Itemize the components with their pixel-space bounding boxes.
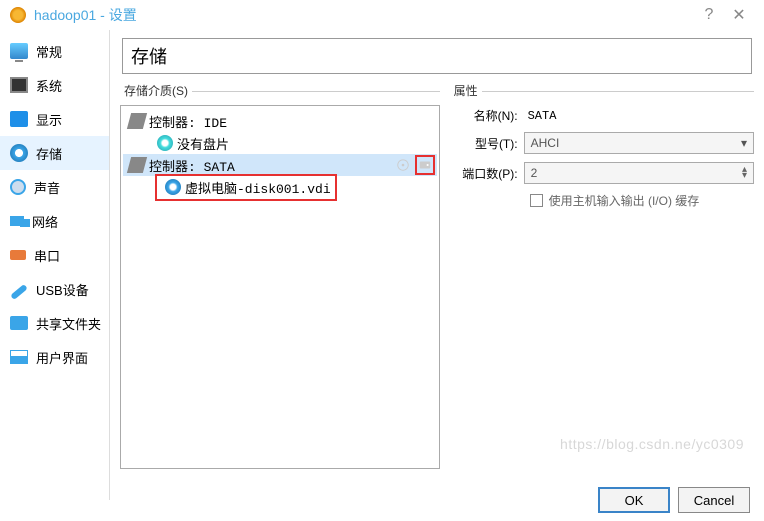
- storage-icon: [10, 144, 28, 162]
- page-title: 存储: [122, 38, 752, 74]
- props-group-label: 属性: [450, 84, 482, 98]
- name-label: 名称(N):: [450, 107, 518, 124]
- sata-child-disk[interactable]: 虚拟电脑-disk001.vdi: [123, 176, 437, 198]
- chevron-down-icon: ▾: [741, 136, 747, 150]
- sidebar: 常规 系统 显示 存储 声音 网络 串口 USB设备 共享文件夹 用户界面: [0, 30, 110, 500]
- storage-tree[interactable]: 控制器: IDE 没有盘片 控制器: SATA: [120, 105, 440, 469]
- app-icon: [10, 7, 26, 23]
- usb-icon: [10, 283, 28, 299]
- sidebar-item-usb[interactable]: USB设备: [0, 272, 109, 306]
- sidebar-item-shared[interactable]: 共享文件夹: [0, 306, 109, 340]
- window-title: hadoop01 - 设置: [34, 5, 137, 25]
- sidebar-item-audio[interactable]: 声音: [0, 170, 109, 204]
- controller-ide[interactable]: 控制器: IDE: [123, 110, 437, 132]
- add-harddisk-button[interactable]: [415, 155, 435, 175]
- close-button[interactable]: ✕: [724, 5, 754, 25]
- ide-icon: [127, 113, 147, 129]
- ok-button[interactable]: OK: [598, 487, 670, 513]
- dialog-footer: OK Cancel: [110, 479, 764, 521]
- sidebar-item-storage[interactable]: 存储: [0, 136, 109, 170]
- help-button[interactable]: ?: [694, 6, 724, 24]
- ports-spinner[interactable]: 2 ▴▾: [524, 162, 754, 184]
- sidebar-item-system[interactable]: 系统: [0, 68, 109, 102]
- model-select[interactable]: AHCI ▾: [524, 132, 754, 154]
- titlebar: hadoop01 - 设置 ? ✕: [0, 0, 764, 30]
- system-icon: [10, 77, 28, 93]
- name-value[interactable]: SATA: [524, 109, 754, 123]
- sidebar-item-serial[interactable]: 串口: [0, 238, 109, 272]
- sata-icon: [127, 157, 147, 173]
- io-cache-checkbox[interactable]: [530, 194, 543, 207]
- ui-icon: [10, 350, 28, 364]
- harddisk-icon: [165, 179, 181, 195]
- page-header: 存储: [110, 30, 764, 82]
- ports-label: 端口数(P):: [450, 165, 518, 182]
- folder-icon: [10, 316, 28, 330]
- cancel-button[interactable]: Cancel: [678, 487, 750, 513]
- storage-media-label: 存储介质(S): [120, 84, 192, 98]
- optical-disc-icon: [157, 135, 173, 151]
- spinner-arrows-icon: ▴▾: [742, 167, 747, 179]
- display-icon: [10, 111, 28, 127]
- network-icon: [10, 216, 24, 226]
- audio-icon: [10, 179, 26, 195]
- sidebar-item-ui[interactable]: 用户界面: [0, 340, 109, 374]
- general-icon: [10, 43, 28, 59]
- model-label: 型号(T):: [450, 135, 518, 152]
- sidebar-item-general[interactable]: 常规: [0, 34, 109, 68]
- ide-child-empty[interactable]: 没有盘片: [123, 132, 437, 154]
- io-cache-label: 使用主机输入输出 (I/O) 缓存: [549, 192, 700, 209]
- serial-icon: [10, 250, 26, 260]
- add-optical-button[interactable]: [393, 155, 413, 175]
- sidebar-item-network[interactable]: 网络: [0, 204, 109, 238]
- sidebar-item-display[interactable]: 显示: [0, 102, 109, 136]
